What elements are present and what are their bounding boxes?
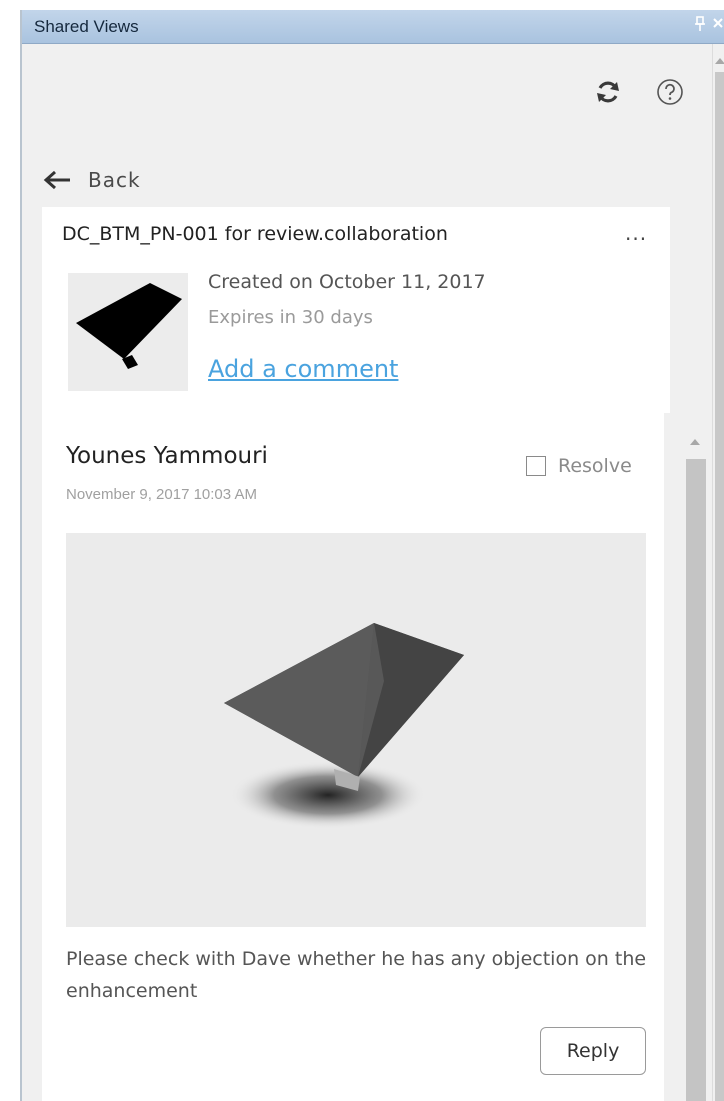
shared-views-panel: Shared Views Back DC_BTM_PN-001 for revi… [20,10,724,1101]
expiry-info: Expires in 30 days [208,307,373,328]
reply-button[interactable]: Reply [540,1027,646,1075]
comment-screenshot[interactable] [66,533,646,927]
shared-view-card: DC_BTM_PN-001 for review.collaboration .… [42,207,670,413]
panel-scroll-up-arrow-icon[interactable] [715,58,724,64]
comment-author: Younes Yammouri [66,443,268,469]
shared-view-title: DC_BTM_PN-001 for review.collaboration [62,223,448,245]
help-icon[interactable] [656,78,684,106]
resolve-label: Resolve [558,455,632,477]
panel-scrollbar-thumb[interactable] [715,72,724,1101]
panel-title: Shared Views [34,17,139,36]
scroll-up-arrow-icon[interactable] [690,439,700,445]
panel-scrollbar[interactable] [712,44,724,1101]
back-label: Back [88,168,141,192]
comments-scrollbar[interactable] [684,413,706,1101]
created-date: Created on October 11, 2017 [208,271,486,293]
panel-titlebar: Shared Views [22,10,724,44]
refresh-icon[interactable] [594,78,622,106]
scrollbar-thumb[interactable] [686,459,706,1101]
comment-text: Please check with Dave whether he has an… [66,948,647,1002]
back-button[interactable]: Back [42,164,141,196]
pin-icon[interactable] [694,16,706,36]
back-arrow-icon [43,170,70,190]
add-comment-link[interactable]: Add a comment [208,355,398,383]
comment-item: Younes Yammouri November 9, 2017 10:03 A… [42,413,664,1101]
checkbox-icon[interactable] [526,456,546,476]
comment-timestamp: November 9, 2017 10:03 AM [66,486,257,503]
close-icon[interactable] [712,15,724,35]
comments-list: Younes Yammouri November 9, 2017 10:03 A… [42,413,712,1101]
shared-view-thumbnail[interactable] [68,273,188,391]
resolve-checkbox[interactable]: Resolve [526,455,632,477]
more-options-button[interactable]: ... [625,221,647,245]
